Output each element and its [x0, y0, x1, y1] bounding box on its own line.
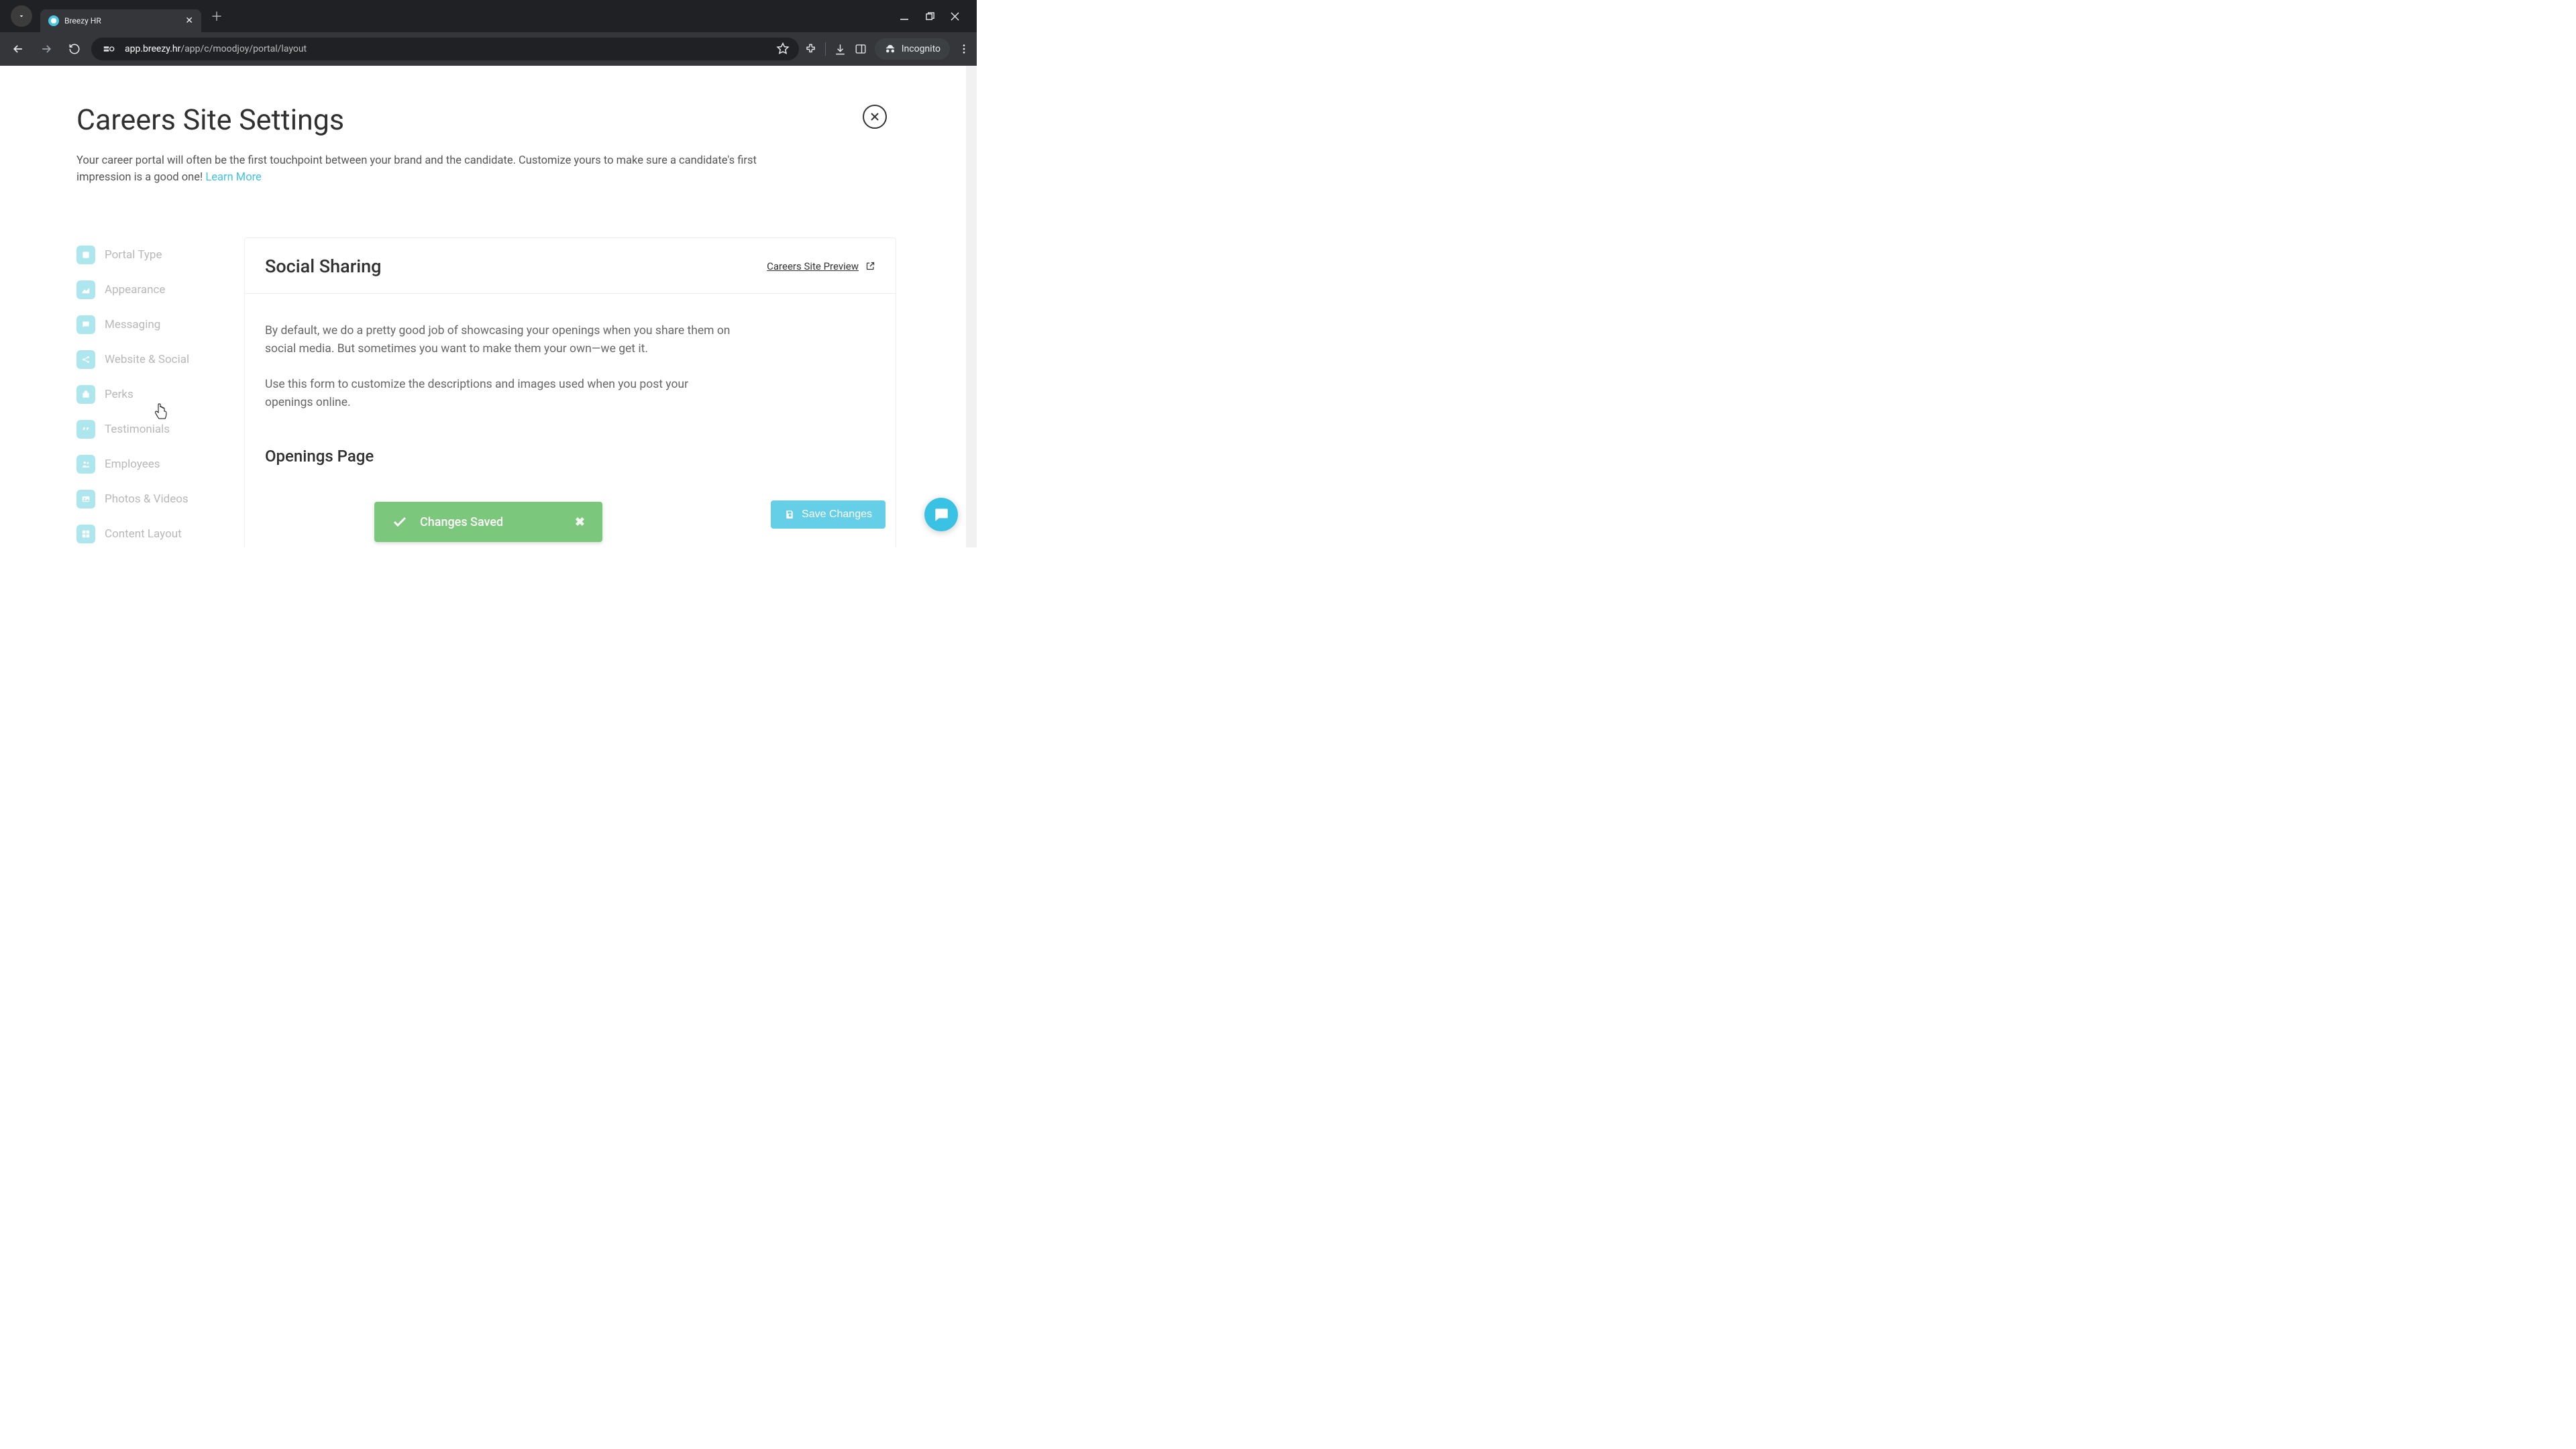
external-link-icon [865, 261, 875, 271]
incognito-badge[interactable]: Incognito [875, 38, 950, 60]
share-icon [76, 350, 95, 369]
changes-saved-toast: Changes Saved ✖ [374, 502, 602, 542]
browser-nav-bar: app.breezy.hr/app/c/moodjoy/portal/layou… [0, 32, 977, 66]
toast-message: Changes Saved [420, 515, 563, 529]
sidebar-item-label: Testimonials [105, 423, 170, 436]
extensions-icon[interactable] [804, 43, 817, 56]
incognito-label: Incognito [902, 44, 941, 54]
sidebar-item-label: Portal Type [105, 248, 162, 262]
new-tab-button[interactable]: ＋ [211, 7, 223, 25]
sidebar-item-label: Content Layout [105, 527, 182, 541]
chat-icon [932, 506, 950, 523]
appearance-icon [76, 280, 95, 299]
sidebar-item-content-layout[interactable]: Content Layout [76, 517, 228, 548]
sidebar-item-employees[interactable]: Employees [76, 447, 228, 482]
url-text: app.breezy.hr/app/c/moodjoy/portal/layou… [125, 44, 307, 54]
sidebar-item-portal-type[interactable]: Portal Type [76, 237, 228, 272]
save-changes-button[interactable]: Save Changes [771, 500, 885, 529]
settings-sidebar: Portal Type Appearance Messaging Website… [76, 237, 228, 548]
window-close-button[interactable] [951, 11, 959, 21]
check-icon [392, 514, 408, 530]
sidebar-item-label: Messaging [105, 318, 160, 331]
help-chat-button[interactable] [924, 498, 958, 531]
sidebar-item-testimonials[interactable]: Testimonials [76, 412, 228, 447]
close-panel-button[interactable] [863, 105, 887, 129]
incognito-icon [884, 43, 896, 55]
photos-icon [76, 490, 95, 508]
sidebar-item-label: Photos & Videos [105, 492, 189, 506]
sidebar-item-messaging[interactable]: Messaging [76, 307, 228, 342]
tabs-dropdown-button[interactable] [11, 5, 32, 27]
toast-close-button[interactable]: ✖ [575, 515, 585, 529]
kebab-menu-icon[interactable] [958, 43, 970, 55]
nav-forward-button[interactable] [35, 38, 58, 60]
browser-tab-strip: Breezy HR ✕ ＋ [0, 0, 977, 32]
save-icon [784, 509, 795, 520]
messaging-icon [76, 315, 95, 334]
app-viewport: Careers Site Settings Your career portal… [0, 66, 977, 547]
page-title: Careers Site Settings [76, 103, 896, 137]
downloads-icon[interactable] [834, 43, 847, 56]
toolbar-divider [825, 42, 826, 56]
sidebar-item-label: Employees [105, 458, 160, 471]
layout-icon [76, 525, 95, 543]
sidebar-item-photos-videos[interactable]: Photos & Videos [76, 482, 228, 517]
nav-back-button[interactable] [7, 38, 30, 60]
save-button-label: Save Changes [802, 508, 872, 521]
bookmark-star-icon[interactable] [776, 42, 790, 56]
page-description: Your career portal will often be the fir… [76, 153, 767, 186]
preview-link-label: Careers Site Preview [767, 260, 859, 272]
sidebar-item-label: Perks [105, 388, 133, 401]
learn-more-link[interactable]: Learn More [205, 171, 261, 184]
testimonials-icon [76, 420, 95, 439]
browser-tab[interactable]: Breezy HR ✕ [40, 9, 201, 32]
careers-site-preview-link[interactable]: Careers Site Preview [767, 260, 875, 272]
window-controls [900, 11, 971, 21]
section-title: Social Sharing [265, 256, 381, 277]
tab-close-icon[interactable]: ✕ [185, 15, 193, 26]
site-info-icon[interactable] [101, 40, 118, 58]
sidebar-item-label: Website & Social [105, 353, 189, 366]
subsection-title: Openings Page [265, 447, 875, 466]
tab-favicon-icon [48, 15, 59, 26]
perks-icon [76, 385, 95, 404]
sidebar-item-website-social[interactable]: Website & Social [76, 342, 228, 377]
employees-icon [76, 455, 95, 474]
window-minimize-button[interactable] [900, 11, 910, 21]
window-maximize-button[interactable] [926, 11, 934, 21]
sidebar-item-appearance[interactable]: Appearance [76, 272, 228, 307]
section-body-p2: Use this form to customize the descripti… [265, 376, 735, 412]
tab-title: Breezy HR [64, 16, 180, 25]
side-panel-icon[interactable] [855, 43, 867, 55]
sidebar-item-label: Appearance [105, 283, 165, 297]
sidebar-item-perks[interactable]: Perks [76, 377, 228, 412]
portal-type-icon [76, 246, 95, 264]
url-bar[interactable]: app.breezy.hr/app/c/moodjoy/portal/layou… [91, 38, 799, 60]
section-body-p1: By default, we do a pretty good job of s… [265, 322, 735, 358]
nav-reload-button[interactable] [63, 38, 86, 60]
